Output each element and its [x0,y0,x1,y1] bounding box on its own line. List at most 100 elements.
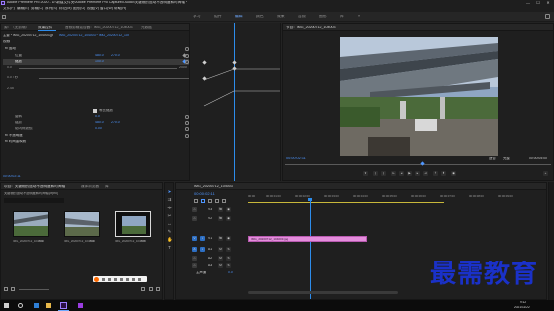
new-item-icon[interactable] [149,287,153,291]
type-tool-icon[interactable]: T [167,245,172,250]
reset-icon[interactable] [185,121,189,125]
snap-icon[interactable] [194,199,198,203]
motion-effect-header[interactable]: fx 运动 [5,47,16,51]
ime-icon[interactable] [108,277,111,281]
mute-button[interactable]: M [218,247,223,252]
anchor-y-value[interactable]: 270.0 [111,121,120,125]
menu-sequence[interactable]: 序列(S) [45,7,57,11]
file-explorer-icon[interactable] [46,303,51,308]
ime-icon[interactable] [120,277,123,281]
sequence-clip-label[interactable]: IMG_20200712_104003 * IMG_20200712_10400… [59,34,129,37]
program-scrub-bar[interactable] [285,164,551,165]
workspace-color[interactable]: 颜色 [256,15,264,19]
zoom-slider[interactable] [19,289,49,290]
track-lock-icon[interactable]: ⌂ [192,263,197,268]
workspace-graphics[interactable]: 图形 [319,15,327,19]
ime-icon[interactable] [102,277,105,281]
play-icon[interactable]: ▶ [407,171,412,176]
position-y-value[interactable]: 270.0 [111,54,120,58]
menu-view[interactable]: 视图(V) [87,7,99,11]
timeline-timecode[interactable]: 00:00:02:11 [194,192,215,196]
reset-icon[interactable] [185,127,189,131]
track-lock-icon[interactable]: ⌂ [192,207,197,212]
anchor-x-value[interactable]: 480.0 [95,121,104,125]
mute-button[interactable]: M [218,256,223,261]
menu-marker[interactable]: 标记(M) [59,7,72,11]
tab-audio-mixer[interactable]: 音频剪辑混合器：IMG_20200712_104003 [65,26,135,30]
antiflicker-value[interactable]: 0.00 [95,127,102,131]
new-bin-icon[interactable] [141,287,145,291]
tab-libraries[interactable]: 库 [105,185,109,189]
opacity-effect-header[interactable]: fx 不透明度 [5,134,23,138]
position-x-value[interactable]: 480.0 [95,54,104,58]
menu-edit[interactable]: 编辑(E) [17,7,29,11]
track-lock-icon[interactable]: ⌂ [192,216,197,221]
add-marker-icon[interactable] [208,199,212,203]
sync-lock-icon[interactable]: ⇆ [218,236,223,241]
ime-icon[interactable] [138,277,141,281]
ripple-edit-tool-icon[interactable]: ⟛ [167,205,172,210]
add-button-icon[interactable]: + [543,171,548,176]
track-target-icon[interactable]: ▪ [200,247,205,252]
project-search-input[interactable] [4,198,64,203]
scale-slider-track[interactable] [19,68,177,69]
tab-program[interactable]: 节目：IMG_20200712_104003 [286,26,336,30]
app-icon[interactable] [78,303,83,308]
ime-icon[interactable] [114,277,117,281]
extract-icon[interactable]: ⇞ [441,171,446,176]
workspace-audio[interactable]: 音频 [298,15,306,19]
project-thumb-1[interactable] [13,211,49,237]
solo-button[interactable]: S [226,263,231,268]
tab-source[interactable]: 源：（无剪辑） [4,26,34,30]
solo-button[interactable]: S [226,247,231,252]
track-lock-icon[interactable]: ⌂ [192,256,197,261]
time-remap-header[interactable]: fx 时间重映射 [5,140,26,144]
trash-icon[interactable] [156,287,160,291]
master-clip-label[interactable]: 主要 * IMG_20200712_104003.jpg [3,34,53,37]
search-icon[interactable] [18,303,23,308]
source-patch-icon[interactable]: V [192,236,197,241]
linked-selection-icon[interactable] [201,199,205,203]
home-icon[interactable] [2,15,6,19]
workspace-effects[interactable]: 效果 [277,15,285,19]
project-thumb-3[interactable] [115,211,151,237]
menu-file[interactable]: 文件(F) [3,7,15,11]
program-timecode[interactable]: 00:00:02:11 [286,157,306,161]
selection-tool-icon[interactable]: ➤ [167,189,172,194]
workspace-more[interactable]: » [358,15,360,19]
project-thumb-2[interactable] [64,211,100,237]
timeline-settings-icon[interactable] [215,199,219,203]
timeline-clip[interactable]: IMG_20200712_104003.jpg [248,236,367,242]
export-frame-icon[interactable]: ◉ [451,171,456,176]
work-area-bar[interactable] [248,202,444,203]
lift-icon[interactable]: ⇡ [433,171,438,176]
icon-view-icon[interactable] [11,287,15,291]
tab-metadata[interactable]: 元数据 [141,26,152,30]
workspace-learning[interactable]: 学习 [193,15,201,19]
ime-toolbar[interactable] [93,276,147,282]
sync-lock-icon[interactable]: ⇆ [218,216,223,221]
rotation-value[interactable]: 0.0 [95,115,100,119]
reset-icon[interactable] [185,134,189,138]
resolution-dropdown[interactable]: 完整 [503,157,510,160]
mark-out-icon[interactable]: } [381,171,386,176]
ime-icon[interactable] [132,277,135,281]
list-view-icon[interactable] [4,287,8,291]
tab-project[interactable]: 项目：关键帧的运动不透明度和时间轴 [4,185,76,189]
menu-window[interactable]: 窗口(W) [100,7,113,11]
add-marker-icon[interactable]: ▾ [363,171,368,176]
master-value[interactable]: 0.0 [228,271,233,274]
premiere-taskbar-icon[interactable] [60,302,67,309]
hand-tool-icon[interactable]: ✋ [167,237,173,242]
timeline-scrollbar[interactable] [248,291,398,294]
tab-sequence[interactable]: IMG_20200712_104003 [194,185,233,189]
track-target-icon[interactable]: ▪ [200,236,205,241]
reset-icon[interactable] [185,60,189,64]
menu-clip[interactable]: 剪辑(C) [31,7,43,11]
go-to-out-icon[interactable]: ⇥ [423,171,428,176]
source-patch-icon[interactable]: A [192,247,197,252]
razor-tool-icon[interactable]: ✂ [167,213,172,218]
reset-icon[interactable] [185,47,189,51]
slip-tool-icon[interactable]: ↔ [167,221,172,226]
program-playhead[interactable] [420,161,425,166]
